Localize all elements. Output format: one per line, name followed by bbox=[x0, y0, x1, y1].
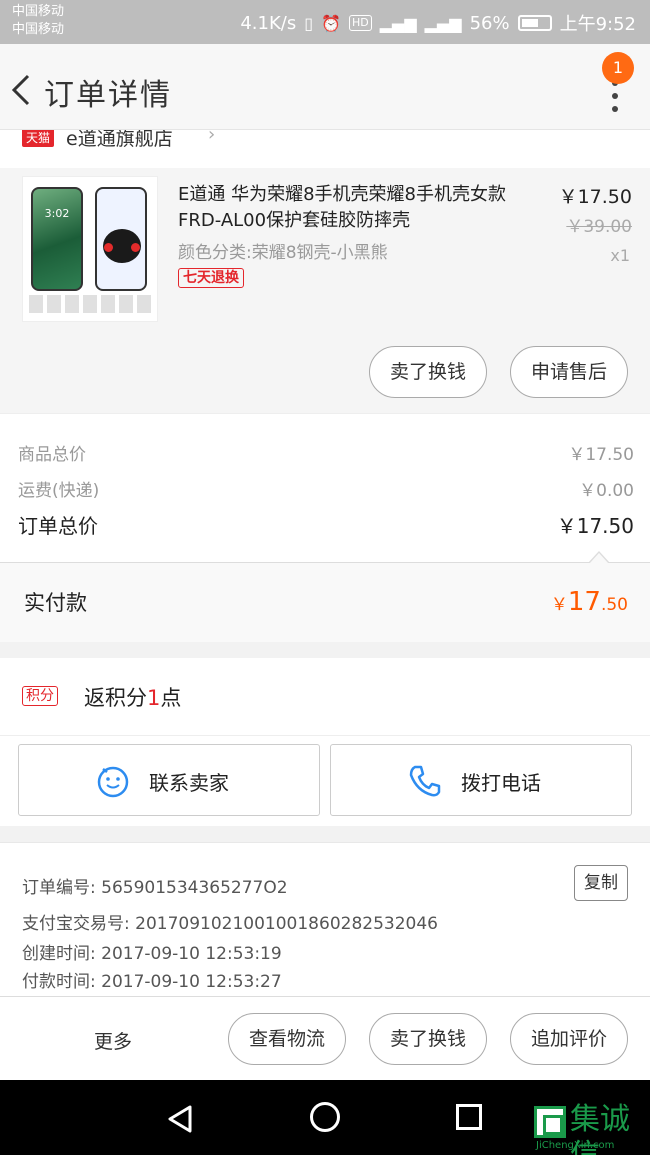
phone-icon bbox=[409, 765, 441, 797]
shipping-label: 运费(快递) bbox=[18, 481, 100, 501]
phone-case-image-1: 3:02 bbox=[31, 187, 83, 291]
points-badge: 积分 bbox=[22, 686, 58, 706]
contact-seller-button[interactable]: 联系卖家 bbox=[18, 744, 320, 816]
product-price: ￥17.50 bbox=[558, 186, 632, 208]
payment-time: 付款时间: 2017-09-10 12:53:27 bbox=[22, 972, 282, 992]
nav-home-icon[interactable] bbox=[310, 1102, 340, 1132]
shipping-value: ￥0.00 bbox=[579, 481, 634, 501]
order-number: 订单编号: 565901534365277O2 bbox=[22, 878, 288, 898]
signal-2g-icon: ▂▄▆ bbox=[379, 13, 417, 33]
call-phone-button[interactable]: 拨打电话 bbox=[330, 744, 632, 816]
sell-for-cash-button[interactable]: 卖了换钱 bbox=[369, 346, 487, 398]
points-row: 积分 返积分1点 bbox=[0, 658, 650, 736]
status-bar: 中国移动 中国移动 4.1K/s ▯ ⏰ HD ▂▄▆ ▂▄▆ 56% 上午9:… bbox=[0, 0, 650, 44]
contact-seller-label: 联系卖家 bbox=[149, 771, 229, 795]
notification-badge: 1 bbox=[602, 52, 634, 84]
product-sku: 颜色分类:荣耀8钢壳-小黑熊 bbox=[178, 243, 388, 263]
nav-recent-apps-icon[interactable] bbox=[456, 1104, 482, 1130]
bottom-action-bar: 更多 查看物流 卖了换钱 追加评价 bbox=[0, 996, 650, 1080]
tmall-badge: 天猫 bbox=[22, 130, 55, 147]
original-price: ￥39.00 bbox=[566, 217, 632, 237]
hd-icon: HD bbox=[348, 15, 372, 31]
battery-icon bbox=[517, 15, 552, 31]
chevron-right-icon: › bbox=[208, 130, 216, 145]
return-policy-badge: 七天退换 bbox=[178, 268, 244, 288]
back-arrow-icon[interactable] bbox=[8, 70, 38, 110]
carrier-1: 中国移动 bbox=[12, 4, 65, 19]
page-title: 订单详情 bbox=[44, 78, 172, 113]
chat-bubble-icon bbox=[97, 766, 129, 798]
clock: 上午9:52 bbox=[559, 14, 636, 35]
product-item[interactable]: 3:02 E道通 华为荣耀8手机壳荣耀8手机壳女款FRD-AL00保护套硅胶防摔… bbox=[0, 168, 650, 413]
order-info: 订单编号: 565901534365277O2 支付宝交易号: 20170910… bbox=[0, 842, 650, 996]
phone-case-image-2 bbox=[95, 187, 147, 291]
carrier-2: 中国移动 bbox=[12, 22, 65, 37]
paid-label: 实付款 bbox=[24, 591, 87, 615]
points-text: 返积分1点 bbox=[84, 686, 182, 710]
watermark-logo: 集诚信 JiChengXin.com bbox=[532, 1102, 650, 1155]
vibrate-icon: ▯ bbox=[304, 13, 314, 33]
paid-amount: ￥17.50 bbox=[550, 587, 628, 617]
more-menu-icon[interactable] bbox=[610, 80, 620, 120]
contact-section: 联系卖家 拨打电话 bbox=[0, 736, 650, 826]
copy-order-button[interactable]: 复制 bbox=[574, 865, 628, 901]
product-title[interactable]: E道通 华为荣耀8手机壳荣耀8手机壳女款FRD-AL00保护套硅胶防摔壳 bbox=[178, 182, 518, 234]
signal-4g-icon: ▂▄▆ bbox=[424, 13, 462, 33]
network-speed: 4.1K/s bbox=[240, 12, 297, 34]
order-total-label: 订单总价 bbox=[18, 514, 98, 538]
goods-total-row: 商品总价 ￥17.50 bbox=[18, 440, 634, 465]
more-link[interactable]: 更多 bbox=[94, 1027, 132, 1054]
sell-for-cash-button-bottom[interactable]: 卖了换钱 bbox=[369, 1013, 487, 1065]
app-header: 订单详情 1 bbox=[0, 44, 650, 130]
shipping-row: 运费(快递) ￥0.00 bbox=[18, 476, 634, 501]
shop-name[interactable]: e道通旗舰店 bbox=[66, 130, 173, 151]
order-total-value: ￥17.50 bbox=[556, 514, 634, 538]
product-quantity: x1 bbox=[610, 246, 630, 265]
thumbnail-caption bbox=[29, 295, 151, 313]
watermark-mark-icon bbox=[534, 1106, 566, 1138]
watermark-url: JiChengXin.com bbox=[536, 1140, 615, 1151]
actual-payment-row: 实付款 ￥17.50 bbox=[0, 551, 650, 642]
product-thumbnail[interactable]: 3:02 bbox=[22, 176, 158, 322]
bear-icon bbox=[103, 229, 141, 263]
system-nav-bar: 集诚信 JiChengXin.com bbox=[0, 1080, 650, 1155]
call-phone-label: 拨打电话 bbox=[461, 771, 541, 795]
goods-total-label: 商品总价 bbox=[18, 445, 86, 465]
created-time: 创建时间: 2017-09-10 12:53:19 bbox=[22, 944, 282, 964]
view-logistics-button[interactable]: 查看物流 bbox=[228, 1013, 346, 1065]
after-sale-button[interactable]: 申请售后 bbox=[510, 346, 628, 398]
price-summary: 商品总价 ￥17.50 运费(快递) ￥0.00 订单总价 ￥17.50 bbox=[0, 413, 650, 563]
nav-back-icon[interactable] bbox=[166, 1104, 196, 1134]
add-review-button[interactable]: 追加评价 bbox=[510, 1013, 628, 1065]
order-total-row: 订单总价 ￥17.50 bbox=[18, 510, 634, 539]
battery-percent: 56% bbox=[469, 12, 510, 34]
alarm-icon: ⏰ bbox=[321, 13, 341, 33]
shop-row[interactable]: 天猫 e道通旗舰店 › bbox=[0, 130, 650, 168]
goods-total-value: ￥17.50 bbox=[568, 445, 634, 465]
alipay-trade-number: 支付宝交易号: 2017091021001001860282532046 bbox=[22, 914, 438, 934]
